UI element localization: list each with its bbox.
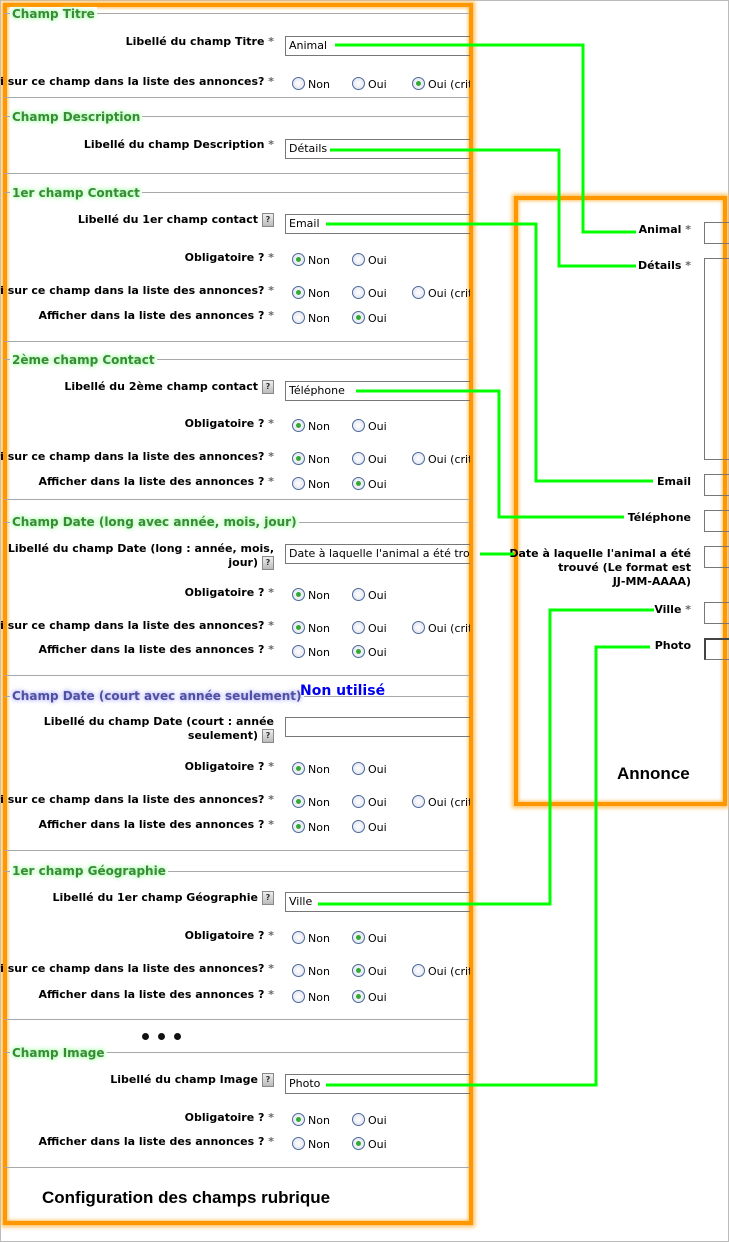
connector-line bbox=[330, 148, 636, 268]
annonce-panel-title: Annonce bbox=[617, 764, 690, 783]
connector-line bbox=[326, 222, 653, 483]
screenshot: Champ Titre Libellé du champ Titre * Anima… bbox=[0, 0, 729, 1242]
connector-line bbox=[335, 43, 636, 234]
connector-line bbox=[326, 645, 650, 1087]
connector-line bbox=[356, 389, 624, 519]
connector-line bbox=[318, 608, 654, 906]
config-panel-title: Configuration des champs rubrique bbox=[42, 1188, 331, 1207]
connector-lines bbox=[318, 43, 654, 1087]
